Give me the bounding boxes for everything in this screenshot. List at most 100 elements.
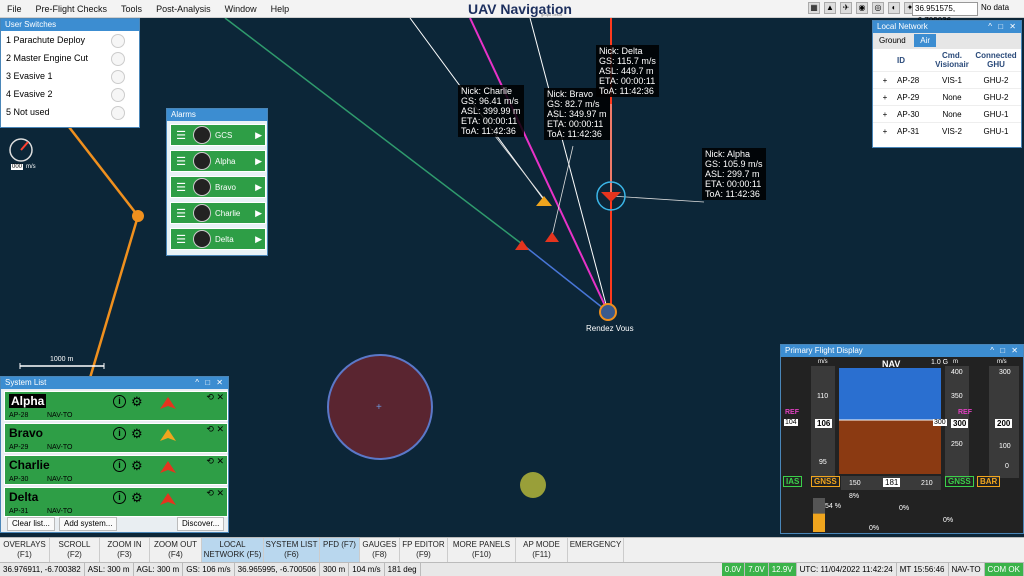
list-icon[interactable]: ☰ <box>171 229 191 249</box>
system-row[interactable]: Delta AP-31 NAV-TO i ⚙ ⟲ ✕ <box>4 487 228 517</box>
rendezvous-icon[interactable] <box>599 303 617 321</box>
globe-icon[interactable]: ◉ <box>856 2 868 14</box>
list-icon[interactable]: ☰ <box>171 203 191 223</box>
gear-icon[interactable]: ⚙ <box>131 394 143 410</box>
switch-toggle[interactable] <box>111 106 125 120</box>
waypoint-marker[interactable] <box>132 210 144 222</box>
play-icon[interactable]: ▶ <box>255 208 262 219</box>
charlie-track-2 <box>521 243 609 313</box>
alarm-row[interactable]: ☰ Charlie ▶ <box>170 202 266 224</box>
gear-icon[interactable]: ⚙ <box>131 426 143 442</box>
tab-ground[interactable]: Ground <box>873 34 912 47</box>
clear-list-button[interactable]: Clear list... <box>7 517 55 531</box>
pfd-button[interactable]: PFD (F7) <box>320 538 360 562</box>
info-icon[interactable]: i <box>113 427 126 440</box>
plane-icon[interactable]: ✈ <box>840 2 852 14</box>
menu-help[interactable]: Help <box>264 4 297 14</box>
gear-icon[interactable]: ⚙ <box>131 490 143 506</box>
table-row[interactable]: + AP-29 None GHU-2 <box>873 88 1021 105</box>
menu-post-analysis[interactable]: Post-Analysis <box>149 4 218 14</box>
pfd-speed-tick: 95 <box>819 459 827 466</box>
menu-tools[interactable]: Tools <box>114 4 149 14</box>
alarm-row[interactable]: ☰ GCS ▶ <box>170 124 266 146</box>
system-row[interactable]: Alpha AP-28 NAV-TO i ⚙ ⟲ ✕ <box>4 391 228 421</box>
close-icon[interactable]: ⟲ ✕ <box>206 488 224 499</box>
close-icon[interactable]: ⟲ ✕ <box>206 392 224 403</box>
zoom-in-button[interactable]: ZOOM IN (F3) <box>100 538 150 562</box>
table-header: ID Cmd. Visionair Connected GHU <box>897 51 1017 69</box>
scroll-button[interactable]: SCROLL (F2) <box>50 538 100 562</box>
charlie-tooltip: Nick: Charlie GS: 96.41 m/s ASL: 399.99 mE… <box>458 85 524 137</box>
emergency-button[interactable]: EMERGENCY <box>568 538 624 562</box>
play-icon[interactable]: ▶ <box>255 234 262 245</box>
eye-icon[interactable]: ◐ <box>888 2 900 14</box>
play-icon[interactable]: ▶ <box>255 130 262 141</box>
close-icon[interactable]: ⟲ ✕ <box>206 424 224 435</box>
user-switches-title: User Switches <box>1 19 139 31</box>
discover-button[interactable]: Discover... <box>177 517 225 531</box>
window-controls[interactable]: ^ □ ✕ <box>988 21 1018 33</box>
menu-file[interactable]: File <box>0 4 29 14</box>
status-agl: AGL: 300 m <box>134 563 184 576</box>
gear-icon[interactable]: ⚙ <box>131 458 143 474</box>
zoom-out-button[interactable]: ZOOM OUT (F4) <box>150 538 202 562</box>
close-icon[interactable]: ⟲ ✕ <box>206 456 224 467</box>
cursor-highlight <box>520 472 546 498</box>
pfd-alt-tick: 400 <box>951 369 963 376</box>
system-list-button[interactable]: SYSTEM LIST (F6) <box>264 538 320 562</box>
system-row[interactable]: Bravo AP-29 NAV-TO i ⚙ ⟲ ✕ <box>4 423 228 453</box>
menu-window[interactable]: Window <box>218 4 264 14</box>
info-icon[interactable]: i <box>113 491 126 504</box>
info-icon[interactable]: i <box>113 395 126 408</box>
charlie-aircraft-icon[interactable] <box>515 240 529 250</box>
switch-toggle[interactable] <box>111 88 125 102</box>
alarms-panel: Alarms ☰ GCS ▶ ☰ Alpha ▶ ☰ Bravo ▶ ☰ Charlie ▶ ☰… <box>166 108 268 256</box>
speed-widget-value: 000 <box>11 164 24 170</box>
alarm-row[interactable]: ☰ Bravo ▶ <box>170 176 266 198</box>
switch-row: 2 Master Engine Cut <box>1 49 139 67</box>
pfd-speed-ref: 104 <box>784 419 798 426</box>
list-icon[interactable]: ☰ <box>171 151 191 171</box>
alarm-row[interactable]: ☰ Delta ▶ <box>170 228 266 250</box>
play-icon[interactable]: ▶ <box>255 156 262 167</box>
table-row[interactable]: + AP-31 VIS-2 GHU-1 <box>873 122 1021 139</box>
window-controls[interactable]: ^ □ ✕ <box>990 345 1020 357</box>
bar-badge: BAR <box>977 476 1001 487</box>
pct-0b: 0% <box>943 517 954 524</box>
info-icon[interactable]: i <box>113 459 126 472</box>
ias-badge: IAS <box>783 476 803 487</box>
ap-mode-button[interactable]: AP MODE (F11) <box>516 538 568 562</box>
add-system-button[interactable]: Add system... <box>59 517 118 531</box>
overlays-button[interactable]: OVERLAYS (F1) <box>0 538 50 562</box>
tab-air[interactable]: Air <box>914 34 936 47</box>
table-row[interactable]: + AP-28 VIS-1 GHU-2 <box>873 71 1021 88</box>
delta-aircraft-icon[interactable] <box>545 232 559 242</box>
alarms-title: Alarms <box>167 109 267 121</box>
local-network-button[interactable]: LOCAL NETWORK (F5) <box>202 538 264 562</box>
switch-toggle[interactable] <box>111 52 125 66</box>
fp-editor-button[interactable]: FP EDITOR (F9) <box>400 538 448 562</box>
more-panels-button[interactable]: MORE PANELS (F10) <box>448 538 516 562</box>
grid-icon[interactable]: ▦ <box>808 2 820 14</box>
table-row[interactable]: + AP-30 None GHU-1 <box>873 105 1021 122</box>
chart-icon[interactable]: ▲ <box>824 2 836 14</box>
status-mt: MT 15:56:46 <box>897 563 949 576</box>
play-icon[interactable]: ▶ <box>255 182 262 193</box>
list-icon[interactable]: ☰ <box>171 177 191 197</box>
target-icon[interactable]: ◎ <box>872 2 884 14</box>
alarm-row[interactable]: ☰ Alpha ▶ <box>170 150 266 172</box>
menu-preflight[interactable]: Pre-Flight Checks <box>29 4 115 14</box>
switch-toggle[interactable] <box>111 70 125 84</box>
window-controls[interactable]: ^ □ ✕ <box>195 377 225 389</box>
gauges-button[interactable]: GAUGES (F8) <box>360 538 400 562</box>
pfd-speed-current: 106 <box>815 419 833 428</box>
bravo-aircraft-icon[interactable] <box>536 196 552 206</box>
toolbar-tray: ▦ ▲ ✈ ◉ ◎ ◐ ✦ <box>808 2 916 14</box>
alpha-aircraft-icon[interactable] <box>601 192 621 202</box>
system-row[interactable]: Charlie AP-30 NAV-TO i ⚙ ⟲ ✕ <box>4 455 228 485</box>
pfd-ref-right: REF <box>958 409 972 416</box>
voltage-2: 7.0V <box>745 563 769 576</box>
pfd-alt-tick: 250 <box>951 441 963 448</box>
switch-toggle[interactable] <box>111 34 125 48</box>
list-icon[interactable]: ☰ <box>171 125 191 145</box>
